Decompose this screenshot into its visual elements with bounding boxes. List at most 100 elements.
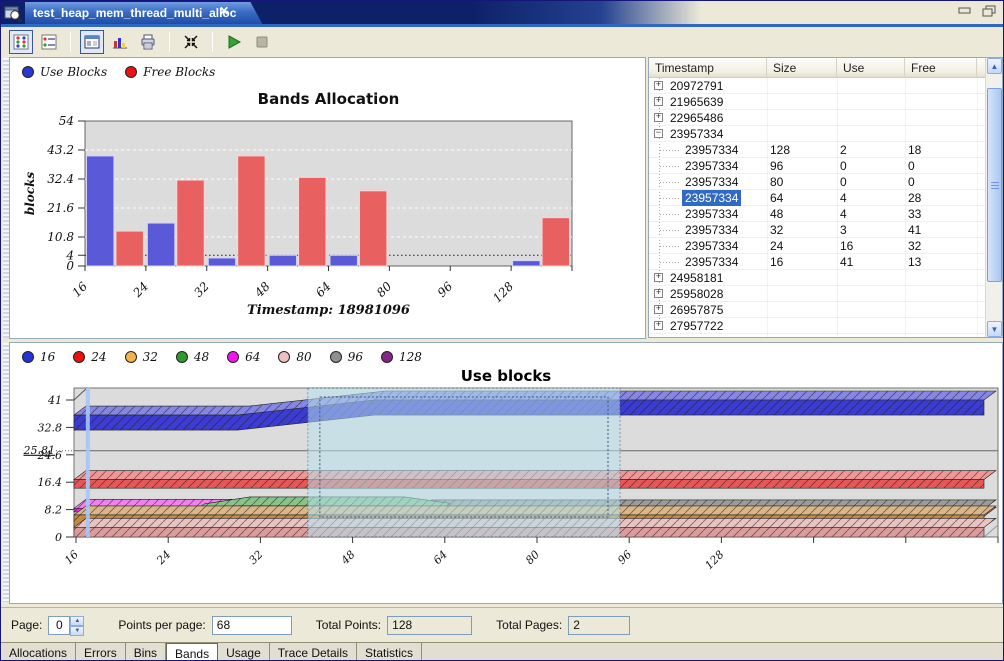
use-blocks-panel: 16243248648096128 Use blocks 25.8108.216… xyxy=(9,342,1003,604)
position-marker xyxy=(86,388,90,537)
table-row[interactable]: 239573349600 xyxy=(649,158,985,174)
use-cell: 16 xyxy=(840,238,853,254)
timestamp-cell: 23957334 xyxy=(670,126,723,142)
column-header-free[interactable]: Free xyxy=(905,58,977,78)
table-row[interactable]: 2395733432341 xyxy=(649,222,985,238)
total-points-label: Total Points: xyxy=(316,618,381,632)
tab-label: test_heap_mem_thread_multi_alloc xyxy=(33,6,236,20)
expand-icon[interactable]: + xyxy=(654,289,663,298)
svg-text:10.8: 10.8 xyxy=(47,230,74,244)
print-icon[interactable] xyxy=(136,30,160,54)
expand-icon[interactable]: + xyxy=(654,81,663,90)
table-header[interactable]: TimestampSizeUseFree xyxy=(649,58,1002,78)
svg-text:48: 48 xyxy=(251,279,273,301)
chart-view-toggle-icon[interactable] xyxy=(80,30,104,54)
expand-icon[interactable]: + xyxy=(654,321,663,330)
toolbar-separator xyxy=(212,32,213,52)
bands-allocation-chart[interactable]: Bands Allocation0410.821.632.443.254bloc… xyxy=(10,80,645,336)
tab-errors[interactable]: Errors xyxy=(76,643,126,661)
svg-text:64: 64 xyxy=(431,548,450,567)
table-row[interactable]: +24958181 xyxy=(649,270,985,286)
tab-bins[interactable]: Bins xyxy=(126,643,166,661)
restore-view-icon[interactable] xyxy=(981,4,997,23)
bar-chart-icon[interactable] xyxy=(108,30,132,54)
toolbar-separator xyxy=(169,32,170,52)
size-cell: 16 xyxy=(770,254,783,270)
scroll-down-icon[interactable]: ▼ xyxy=(987,321,1002,337)
selection-region[interactable] xyxy=(308,388,620,537)
toolbar-separator xyxy=(70,32,71,52)
table-scrollbar[interactable]: ▲ ▼ xyxy=(985,58,1002,337)
layout-list-icon[interactable] xyxy=(37,30,61,54)
column-header-size[interactable]: Size xyxy=(767,58,837,78)
table-row[interactable]: 239573348000 xyxy=(649,174,985,190)
free-bar xyxy=(299,177,326,266)
table-row[interactable]: 23957334241632 xyxy=(649,238,985,254)
table-row[interactable]: 23957334128218 xyxy=(649,142,985,158)
table-row[interactable]: +26957875 xyxy=(649,302,985,318)
page-spinner[interactable]: ▲▼ xyxy=(70,616,84,635)
table-row[interactable]: +27957722 xyxy=(649,318,985,334)
bands-legend: Use BlocksFree Blocks xyxy=(10,58,645,80)
bands-legend-item-label: Use Blocks xyxy=(40,65,107,79)
tab-usage[interactable]: Usage xyxy=(218,643,270,661)
table-row[interactable]: 2395733464428 xyxy=(649,190,985,206)
expand-icon[interactable]: + xyxy=(654,273,663,282)
table-row[interactable]: −23957334 xyxy=(649,126,985,142)
tree-connector xyxy=(660,246,680,247)
tab-trace-details[interactable]: Trace Details xyxy=(270,643,357,661)
use-bar xyxy=(208,258,235,266)
sizes-legend-item-swatch xyxy=(330,351,342,363)
use-bar xyxy=(513,261,540,266)
editor-tab-bar: test_heap_mem_thread_multi_alloc ✕ xyxy=(1,1,1003,24)
svg-text:4: 4 xyxy=(65,248,74,262)
tab-close-icon[interactable]: ✕ xyxy=(219,4,229,18)
scrollbar-thumb[interactable] xyxy=(987,88,1002,282)
table-row[interactable]: +21965639 xyxy=(649,94,985,110)
scroll-up-icon[interactable]: ▲ xyxy=(987,58,1002,74)
svg-text:32: 32 xyxy=(191,279,212,300)
sizes-legend-item-swatch xyxy=(227,351,239,363)
tab-bands[interactable]: Bands xyxy=(166,643,218,661)
size-cell: 80 xyxy=(770,174,783,190)
table-row[interactable]: +25958028 xyxy=(649,286,985,302)
tab-statistics[interactable]: Statistics xyxy=(357,643,422,661)
tree-connector xyxy=(660,230,680,231)
expand-icon[interactable]: + xyxy=(654,305,663,314)
use-blocks-chart[interactable]: 25.8108.216.424.632.84116243248648096128 xyxy=(10,387,1002,601)
run-icon[interactable] xyxy=(222,30,246,54)
svg-text:32.4: 32.4 xyxy=(47,172,74,186)
table-row[interactable]: +20972791 xyxy=(649,78,985,94)
svg-text:21.6: 21.6 xyxy=(46,201,74,215)
sizes-legend: 16243248648096128 xyxy=(10,343,1002,365)
tree-connector xyxy=(660,182,680,183)
spin-up-icon: ▲ xyxy=(70,616,84,626)
minimize-view-icon[interactable] xyxy=(957,4,973,23)
timestamp-cell: 26957875 xyxy=(670,302,723,318)
expand-icon[interactable]: + xyxy=(654,113,663,122)
expand-icon[interactable]: + xyxy=(654,97,663,106)
fit-window-icon[interactable] xyxy=(179,30,203,54)
table-row[interactable]: +22965486 xyxy=(649,110,985,126)
page-input[interactable]: 0 xyxy=(48,616,70,635)
column-header-use[interactable]: Use xyxy=(837,58,905,78)
use-cell: 3 xyxy=(840,222,847,238)
svg-text:16.4: 16.4 xyxy=(38,476,63,489)
timestamp-cell: 23957334 xyxy=(682,222,741,238)
tab-allocations[interactable]: Allocations xyxy=(1,643,76,661)
free-cell: 18 xyxy=(908,142,921,158)
collapse-icon[interactable]: − xyxy=(654,129,663,138)
use-cell: 4 xyxy=(840,206,847,222)
column-header-timestamp[interactable]: Timestamp xyxy=(649,58,767,78)
tree-connector xyxy=(660,214,680,215)
points-per-page-input[interactable]: 68 xyxy=(212,616,292,635)
free-bar xyxy=(359,191,386,266)
timestamp-cell: 22965486 xyxy=(670,110,723,126)
table-row[interactable]: 23957334164113 xyxy=(649,254,985,270)
svg-text:8.2: 8.2 xyxy=(45,504,63,517)
table-row[interactable]: 2395733448433 xyxy=(649,206,985,222)
tree-connector xyxy=(660,198,680,199)
layout-grid-icon[interactable] xyxy=(9,30,33,54)
timestamp-cell: 23957334 xyxy=(682,190,741,206)
heap-analyzer-window: test_heap_mem_thread_multi_alloc ✕ xyxy=(0,0,1004,661)
